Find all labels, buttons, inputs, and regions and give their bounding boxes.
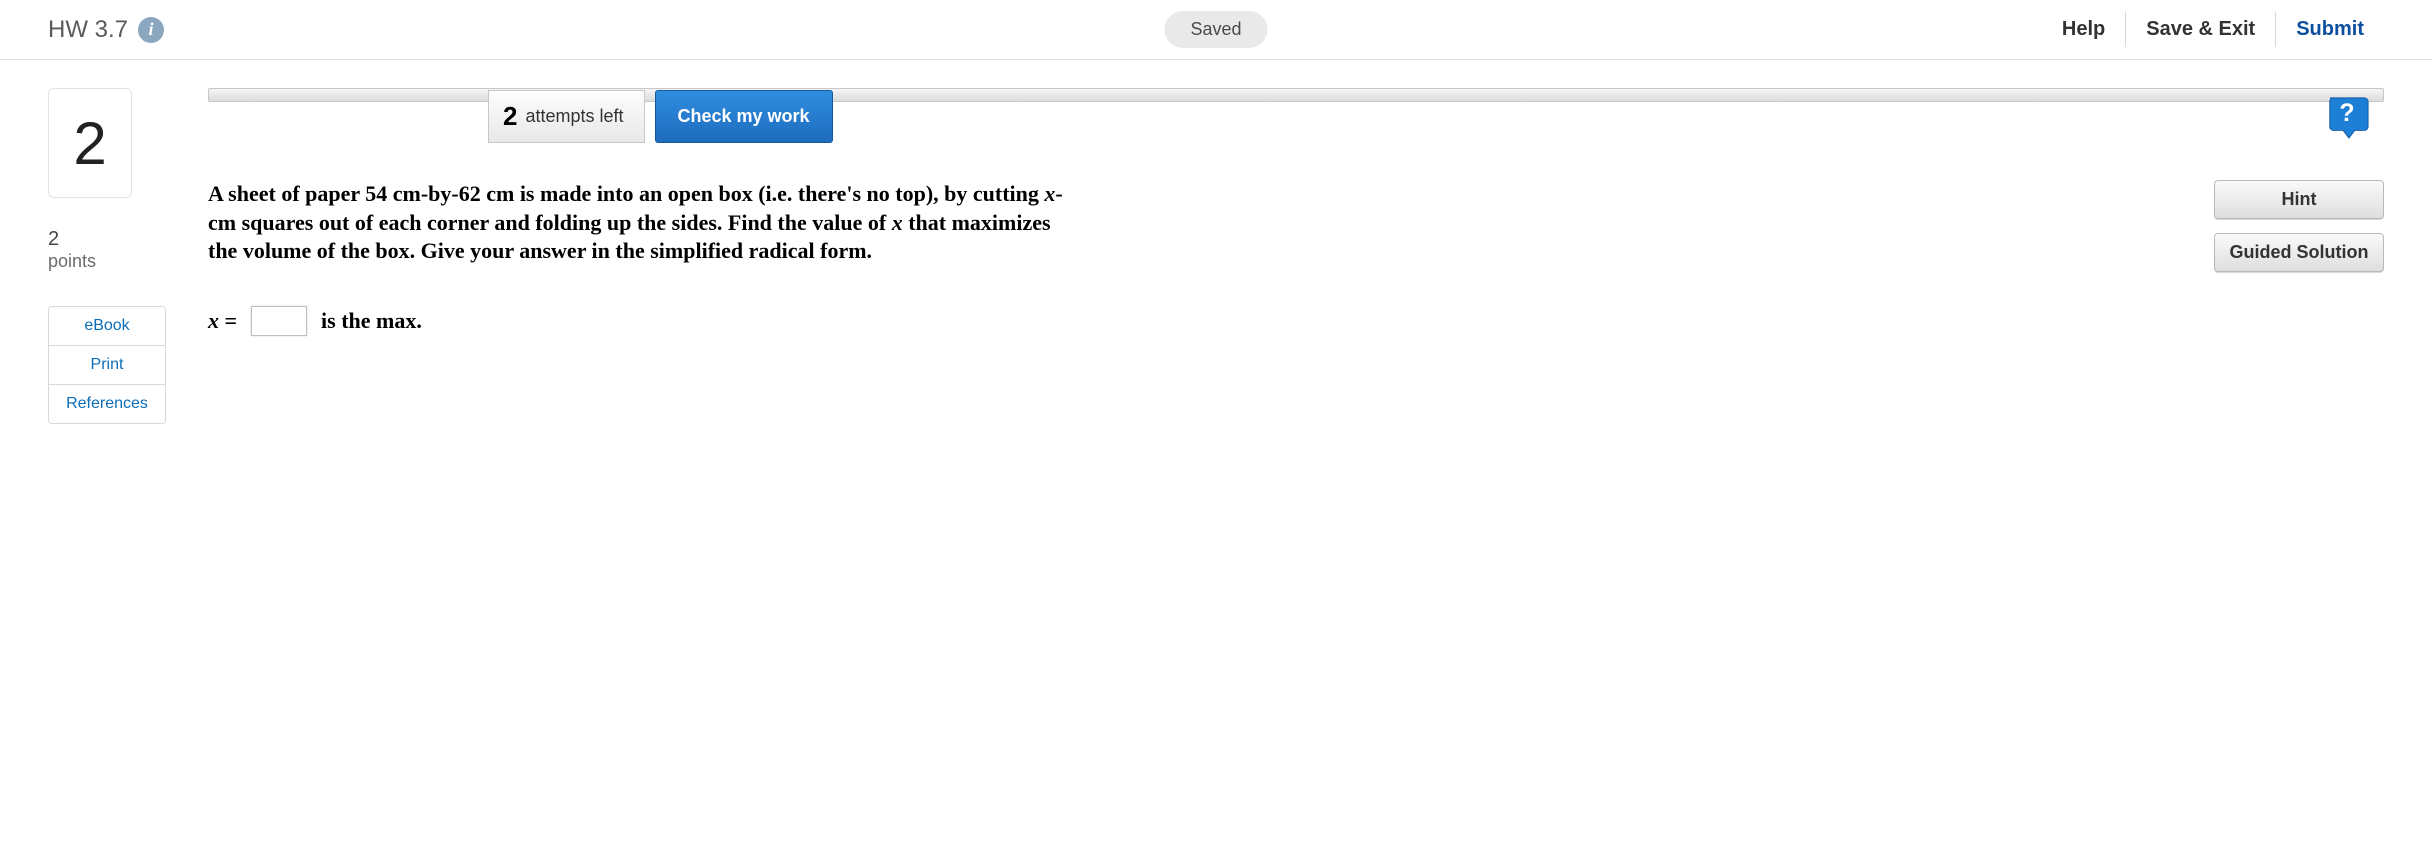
top-bar: HW 3.7 i Saved Help Save & Exit Submit — [0, 0, 2432, 60]
prompt-text-1: A sheet of paper 54 cm-by-62 cm is made … — [208, 181, 1044, 206]
toolbar-controls: 2 attempts left Check my work — [488, 90, 833, 143]
attempts-count: 2 — [503, 101, 517, 132]
check-my-work-button[interactable]: Check my work — [655, 90, 833, 143]
aid-buttons: Hint Guided Solution — [2214, 180, 2384, 336]
answer-equals: = — [219, 308, 237, 333]
resource-links: eBook Print References — [48, 306, 166, 424]
prompt-var-x-1: x — [1044, 181, 1055, 206]
info-icon[interactable]: i — [138, 17, 164, 43]
references-link[interactable]: References — [49, 384, 165, 423]
help-bubble-icon[interactable]: ? — [2324, 94, 2370, 140]
prompt-var-x-2: x — [892, 210, 903, 235]
assignment-title: HW 3.7 — [48, 16, 128, 44]
points-label: points — [48, 251, 178, 272]
attempts-label: attempts left — [525, 106, 623, 127]
answer-suffix: is the max. — [321, 308, 422, 334]
top-bar-actions: Help Save & Exit Submit — [2042, 12, 2384, 47]
answer-line: x = is the max. — [208, 306, 2164, 336]
guided-solution-button[interactable]: Guided Solution — [2214, 233, 2384, 272]
main-area: 2 2 points eBook Print References 2 atte… — [0, 60, 2432, 424]
question-number-box: 2 — [48, 88, 132, 198]
question-sidebar: 2 2 points eBook Print References — [48, 88, 178, 424]
question-row: A sheet of paper 54 cm-by-62 cm is made … — [208, 180, 2384, 336]
question-body: A sheet of paper 54 cm-by-62 cm is made … — [208, 180, 2164, 336]
save-exit-button[interactable]: Save & Exit — [2125, 12, 2275, 47]
svg-text:?: ? — [2339, 99, 2354, 127]
help-button[interactable]: Help — [2042, 12, 2125, 47]
answer-variable: x = — [208, 308, 237, 334]
answer-var-x: x — [208, 308, 219, 333]
answer-input[interactable] — [251, 306, 307, 336]
question-content: 2 attempts left Check my work ? A sheet … — [208, 88, 2384, 424]
saved-status-pill: Saved — [1164, 11, 1267, 48]
submit-button[interactable]: Submit — [2275, 12, 2384, 47]
question-prompt: A sheet of paper 54 cm-by-62 cm is made … — [208, 180, 1078, 266]
attempts-remaining: 2 attempts left — [488, 90, 645, 143]
hint-button[interactable]: Hint — [2214, 180, 2384, 219]
ebook-link[interactable]: eBook — [49, 307, 165, 345]
print-link[interactable]: Print — [49, 345, 165, 384]
points-value: 2 — [48, 228, 178, 251]
